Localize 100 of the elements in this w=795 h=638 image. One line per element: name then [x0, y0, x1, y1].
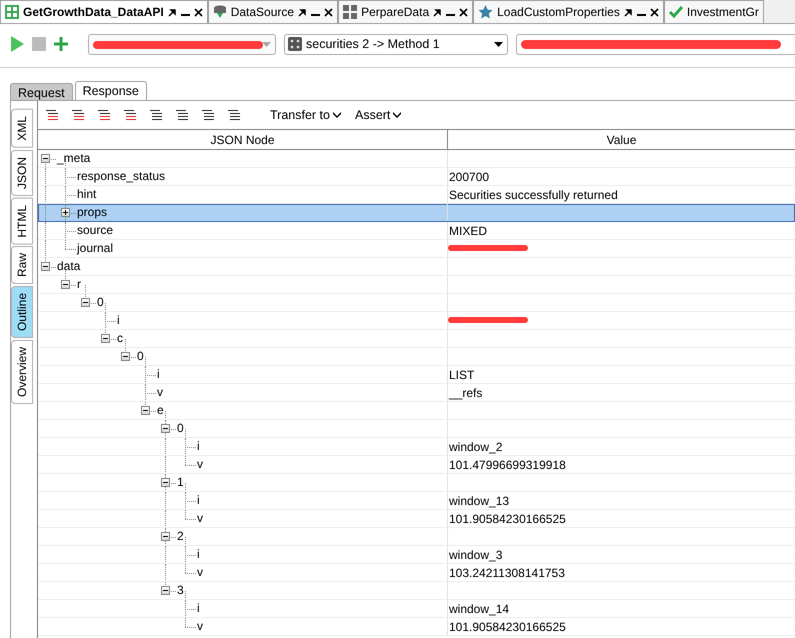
tree-row[interactable]: i LIST [38, 366, 795, 384]
node-name: r [77, 277, 81, 291]
tree-row[interactable]: source MIXED [38, 222, 795, 240]
node-name: 0 [177, 421, 184, 435]
document-tab[interactable]: PerpareData [338, 0, 474, 23]
expand-toggle-icon[interactable] [161, 532, 170, 541]
message-tab[interactable]: Request [10, 83, 73, 100]
align-lines-icon[interactable] [148, 107, 164, 123]
tree-row[interactable]: v 101.90584230166525 [38, 510, 795, 528]
close-icon[interactable] [324, 8, 334, 16]
method-dropdown[interactable]: securities 2 -> Method 1 [284, 34, 508, 54]
tree-row[interactable]: 0 [38, 294, 795, 312]
node-value: 103.24211308141753 [449, 566, 565, 580]
document-tab[interactable]: GetGrowthData_DataAPI [0, 0, 208, 23]
align-lines-icon[interactable] [96, 107, 112, 123]
view-tab[interactable]: JSON [11, 150, 33, 196]
tree-row[interactable]: v 101.90584230166525 [38, 618, 795, 636]
tree-row[interactable]: 0 [38, 420, 795, 438]
expand-toggle-icon[interactable] [121, 352, 130, 361]
align-lines-icon[interactable] [44, 107, 60, 123]
tree-row[interactable]: v __refs [38, 384, 795, 402]
tree-row[interactable]: i [38, 312, 795, 330]
view-tab[interactable]: XML [11, 109, 33, 148]
node-value: window_3 [449, 548, 502, 562]
check-icon [668, 5, 683, 19]
node-name: journal [77, 241, 114, 255]
node-value: 101.90584230166525 [449, 620, 566, 634]
tree-row[interactable]: e [38, 402, 795, 420]
tree-row[interactable]: 1 [38, 474, 795, 492]
tree-row[interactable]: hint Securities successfully returned [38, 186, 795, 204]
menu-button[interactable]: Transfer to [268, 108, 343, 122]
dropdown-caret-icon [262, 42, 271, 46]
close-icon[interactable] [194, 8, 203, 16]
document-tab[interactable]: LoadCustomProperties [473, 0, 664, 23]
url-field[interactable] [516, 34, 795, 54]
tree-row[interactable]: 0 [38, 348, 795, 366]
tree-row[interactable]: v 103.24211308141753 [38, 564, 795, 582]
view-tab[interactable]: Outline [11, 286, 33, 338]
align-lines-icon[interactable] [200, 107, 216, 123]
tree-row[interactable]: i window_3 [38, 546, 795, 564]
node-value: 101.47996699319918 [449, 458, 566, 472]
align-lines-icon[interactable] [70, 107, 86, 123]
pin-icon[interactable] [433, 8, 442, 16]
align-lines-icon[interactable] [226, 107, 242, 123]
endpoint-dropdown[interactable] [88, 34, 276, 54]
node-value: MIXED [449, 224, 488, 238]
expand-toggle-icon[interactable] [61, 208, 70, 217]
expand-toggle-icon[interactable] [141, 406, 150, 415]
expand-toggle-icon[interactable] [161, 478, 170, 487]
node-name: props [77, 205, 108, 219]
node-name: c [117, 331, 123, 345]
align-lines-icon[interactable] [122, 107, 138, 123]
expand-toggle-icon[interactable] [41, 154, 50, 163]
node-value: window_14 [449, 602, 510, 616]
node-name: 0 [97, 295, 104, 309]
tree-row[interactable]: 3 [38, 582, 795, 600]
tree-row[interactable]: journal [38, 240, 795, 258]
node-value: window_13 [449, 494, 510, 508]
pin-icon[interactable] [168, 8, 177, 16]
document-tab[interactable]: InvestmentGr [664, 0, 764, 23]
node-name: data [57, 259, 80, 273]
tree-row[interactable]: props [38, 204, 795, 222]
close-icon[interactable] [459, 8, 468, 16]
tree-row[interactable]: i window_2 [38, 438, 795, 456]
node-name: v [197, 565, 203, 579]
pin-icon[interactable] [624, 8, 633, 16]
view-tab[interactable]: Raw [11, 246, 33, 284]
node-name: i [157, 367, 160, 381]
grid-icon [343, 5, 358, 19]
node-name: v [197, 619, 203, 633]
close-icon[interactable] [650, 8, 659, 16]
align-lines-icon[interactable] [174, 107, 190, 123]
expand-toggle-icon[interactable] [41, 262, 50, 271]
expand-toggle-icon[interactable] [101, 334, 110, 343]
view-tab[interactable]: HTML [11, 198, 33, 244]
node-name: hint [77, 187, 96, 201]
tree-row[interactable]: data [38, 258, 795, 276]
view-tab[interactable]: Overview [11, 340, 33, 404]
add-icon[interactable] [54, 37, 68, 51]
tree-row[interactable]: v 101.47996699319918 [38, 456, 795, 474]
tree-row[interactable]: _meta [38, 150, 795, 168]
expand-toggle-icon[interactable] [61, 280, 70, 289]
node-name: e [157, 403, 164, 417]
node-value: 101.90584230166525 [449, 512, 566, 526]
tree-row[interactable]: i window_13 [38, 492, 795, 510]
expand-toggle-icon[interactable] [161, 586, 170, 595]
tree-row[interactable]: i window_14 [38, 600, 795, 618]
tree-row[interactable]: 2 [38, 528, 795, 546]
message-tab[interactable]: Response [74, 81, 147, 100]
document-tab[interactable]: DataSource [208, 0, 338, 23]
expand-toggle-icon[interactable] [161, 424, 170, 433]
expand-toggle-icon[interactable] [81, 298, 90, 307]
tree-row[interactable]: response_status 200700 [38, 168, 795, 186]
node-value: __refs [449, 386, 482, 400]
tree-row[interactable]: r [38, 276, 795, 294]
star-icon [478, 5, 494, 19]
pin-icon[interactable] [298, 8, 308, 16]
node-name: i [117, 313, 120, 327]
tree-row[interactable]: c [38, 330, 795, 348]
menu-button[interactable]: Assert [352, 108, 404, 122]
